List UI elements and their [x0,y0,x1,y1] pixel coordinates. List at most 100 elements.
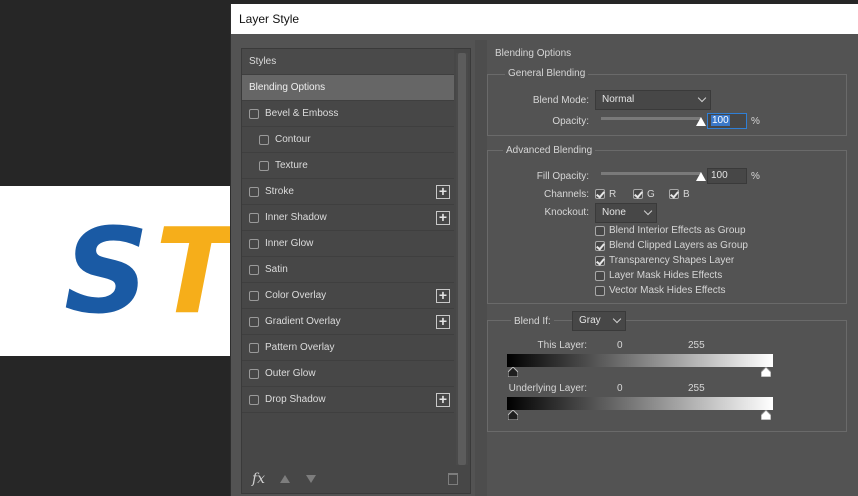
option-transparency-shapes-layer-checkbox[interactable] [595,256,605,266]
style-item-color-overlay[interactable]: Color Overlay + [242,283,454,309]
add-effect-icon[interactable]: + [436,392,450,407]
opacity-unit: % [751,116,760,127]
style-item-label: Color Overlay [265,290,327,301]
document-letter-s: S [64,202,155,340]
style-item-label: Texture [275,160,308,171]
style-item-inner-shadow[interactable]: Inner Shadow + [242,205,454,231]
style-checkbox[interactable] [249,264,259,275]
add-effect-icon[interactable]: + [436,184,450,199]
channel-r-checkbox[interactable] [595,189,605,199]
underlying-layer-min: 0 [617,383,623,394]
opacity-slider[interactable] [601,117,701,120]
channel-g-checkbox[interactable] [633,189,643,199]
opacity-input[interactable]: 100 [707,113,747,129]
option-label: Blend Interior Effects as Group [609,225,746,236]
style-item-pattern-overlay[interactable]: Pattern Overlay [242,335,454,361]
channel-g-label: G [647,189,655,200]
advanced-blending-title: Advanced Blending [503,145,596,156]
style-item-gradient-overlay[interactable]: Gradient Overlay + [242,309,454,335]
style-item-styles[interactable]: Styles [242,49,454,75]
style-item-texture[interactable]: Texture [242,153,454,179]
blend-if-select[interactable]: Gray [572,311,626,331]
add-effect-icon[interactable]: + [436,210,450,225]
style-item-stroke[interactable]: Stroke + [242,179,454,205]
style-item-label: Drop Shadow [265,394,326,405]
underlying-layer-max: 255 [688,383,705,394]
style-checkbox[interactable] [249,342,259,353]
document-letter-t: T [155,202,232,340]
general-blending-title: General Blending [505,68,589,79]
style-checkbox[interactable] [259,134,269,145]
channels-label: Channels: [543,189,589,200]
style-item-satin[interactable]: Satin [242,257,454,283]
underlying-layer-label: Underlying Layer: [508,383,587,394]
blend-mode-select[interactable]: Normal [595,90,711,110]
style-checkbox[interactable] [249,212,259,223]
style-item-bevel-emboss[interactable]: Bevel & Emboss [242,101,454,127]
this-layer-black-slider[interactable] [508,367,518,377]
fill-opacity-unit: % [751,171,760,182]
option-vector-mask-hides-effects-checkbox[interactable] [595,286,605,296]
style-item-blending-options[interactable]: Blending Options [242,75,454,101]
style-checkbox[interactable] [259,160,269,171]
styles-scrollbar[interactable] [456,53,468,465]
blending-options-content: Blending Options General Blending Blend … [487,40,858,496]
style-item-label: Stroke [265,186,294,197]
document-canvas: ST [0,186,232,356]
styles-panel-footer: fx [242,467,470,493]
style-checkbox[interactable] [249,186,259,197]
underlying-layer-white-slider[interactable] [761,410,771,420]
styles-panel: Styles Blending Options Bevel & Emboss Cont… [241,48,471,494]
chevron-down-icon [697,93,707,103]
blend-if-group [487,320,847,432]
chevron-down-icon [643,206,653,216]
fx-icon[interactable]: fx [252,471,265,487]
move-up-icon[interactable] [280,475,290,483]
style-item-label: Blending Options [249,82,326,93]
style-item-label: Outer Glow [265,368,316,379]
chevron-down-icon [612,314,622,324]
scrollbar-thumb[interactable] [458,53,466,465]
this-layer-max: 255 [688,340,705,351]
option-blend-interior-effects-as-group-checkbox[interactable] [595,226,605,236]
style-item-inner-glow[interactable]: Inner Glow [242,231,454,257]
opacity-slider-thumb[interactable] [696,117,706,126]
style-item-contour[interactable]: Contour [242,127,454,153]
blend-if-value: Gray [579,315,601,326]
style-checkbox[interactable] [249,394,259,405]
blend-if-label: Blend If: [511,316,554,327]
this-layer-gradient[interactable] [507,354,773,367]
style-item-outer-glow[interactable]: Outer Glow [242,361,454,387]
trash-icon[interactable] [448,473,458,485]
dialog-title: Layer Style [231,4,858,34]
option-layer-mask-hides-effects-checkbox[interactable] [595,271,605,281]
fill-opacity-input[interactable]: 100 [707,168,747,184]
style-item-label: Gradient Overlay [265,316,341,327]
underlying-layer-gradient[interactable] [507,397,773,410]
panel-divider [475,40,487,496]
document-text: ST [64,196,232,346]
style-item-label: Styles [249,56,277,67]
style-checkbox[interactable] [249,368,259,379]
blend-mode-value: Normal [602,94,635,105]
fill-opacity-slider[interactable] [601,172,701,175]
knockout-select[interactable]: None [595,203,657,223]
option-blend-clipped-layers-as-group-checkbox[interactable] [595,241,605,251]
styles-list: Styles Blending Options Bevel & Emboss Cont… [242,49,454,413]
this-layer-white-slider[interactable] [761,367,771,377]
style-item-drop-shadow[interactable]: Drop Shadow + [242,387,454,413]
option-label: Blend Clipped Layers as Group [609,240,748,251]
style-checkbox[interactable] [249,290,259,301]
fill-opacity-slider-thumb[interactable] [696,172,706,181]
underlying-layer-black-slider[interactable] [508,410,518,420]
style-item-label: Bevel & Emboss [265,108,339,119]
opacity-label: Opacity: [552,116,589,127]
knockout-label: Knockout: [544,207,589,218]
style-checkbox[interactable] [249,108,259,119]
style-checkbox[interactable] [249,316,259,327]
move-down-icon[interactable] [306,475,316,483]
style-checkbox[interactable] [249,238,259,249]
add-effect-icon[interactable]: + [436,314,450,329]
channel-b-checkbox[interactable] [669,189,679,199]
add-effect-icon[interactable]: + [436,288,450,303]
